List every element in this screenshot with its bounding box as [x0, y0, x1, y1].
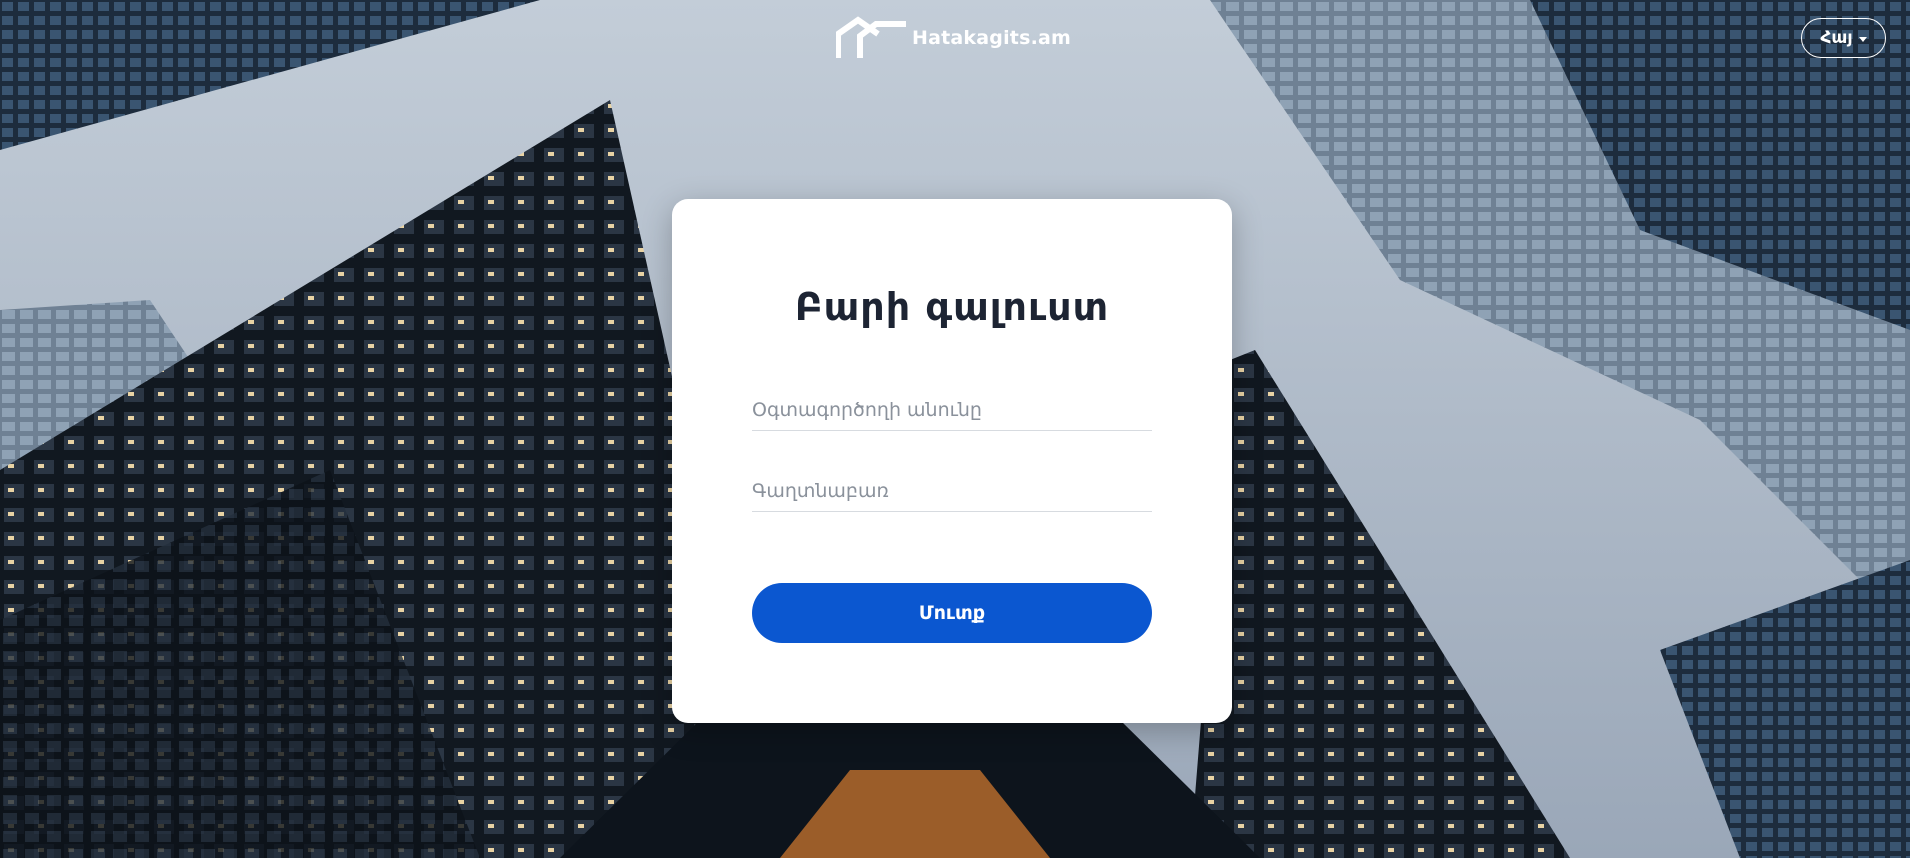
site-name: Hatakagits.am [912, 27, 1072, 49]
login-button[interactable]: Մուտք [752, 583, 1152, 643]
username-input[interactable] [752, 389, 1152, 431]
language-selector[interactable]: Հայ [1801, 18, 1886, 58]
site-logo[interactable]: Hatakagits.am [836, 16, 1071, 60]
language-label: Հայ [1820, 28, 1853, 48]
password-input[interactable] [752, 470, 1152, 512]
login-card: Բարի գալուստ Մուտք [672, 199, 1232, 723]
page-title: Բարի գալուստ [794, 285, 1110, 329]
caret-down-icon [1858, 36, 1867, 42]
houses-icon [836, 16, 906, 58]
